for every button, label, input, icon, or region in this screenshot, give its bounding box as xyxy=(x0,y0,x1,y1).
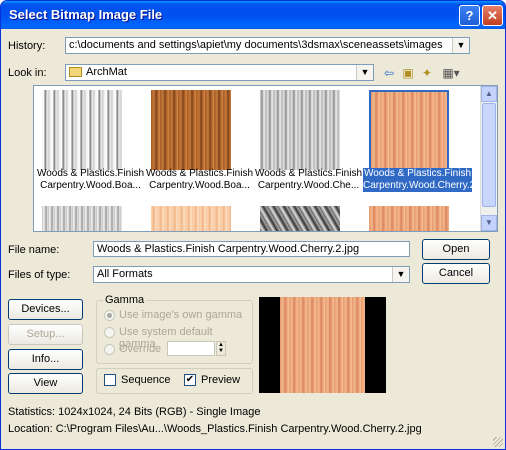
preview-label: Preview xyxy=(201,374,241,386)
thumbnail-image xyxy=(369,90,449,170)
look-in-dropdown[interactable]: ArchMat ▼ xyxy=(65,64,374,81)
thumbnail-image xyxy=(42,90,122,170)
thumbnail-image xyxy=(260,90,340,170)
thumbnail-list[interactable]: Woods & Plastics.Finish Carpentry.Wood.B… xyxy=(33,85,498,232)
file-name-input[interactable]: Woods & Plastics.Finish Carpentry.Wood.C… xyxy=(93,241,410,257)
chevron-down-icon[interactable]: ▼ xyxy=(356,65,373,80)
look-in-label: Look in: xyxy=(8,67,47,79)
devices-button[interactable]: Devices... xyxy=(8,299,83,320)
file-type-dropdown[interactable]: All Formats ▼ xyxy=(93,266,410,283)
options-group: Sequence ✔ Preview xyxy=(96,368,253,394)
thumbnail-caption: Woods & Plastics.Finish Carpentry.Wood.C… xyxy=(363,168,492,192)
gamma-own-radio[interactable] xyxy=(104,310,115,321)
look-in-value: ArchMat xyxy=(86,66,127,78)
scroll-up-icon[interactable]: ▲ xyxy=(481,86,497,102)
select-bitmap-dialog: Select Bitmap Image File ? ✕ History: c:… xyxy=(0,0,506,450)
location-text: Location: C:\Program Files\Au...\Woods_P… xyxy=(8,423,422,435)
chevron-down-icon[interactable]: ▼ xyxy=(452,38,469,53)
gamma-system-radio[interactable] xyxy=(104,327,115,338)
image-preview xyxy=(259,297,386,393)
setup-button[interactable]: Setup... xyxy=(8,324,83,345)
statistics-text: Statistics: 1024x1024, 24 Bits (RGB) - S… xyxy=(8,406,261,418)
thumbnail-image[interactable] xyxy=(42,206,122,231)
gamma-spinner[interactable]: ▲ ▼ xyxy=(216,341,226,356)
gamma-group: Gamma Use image's own gamma Use system d… xyxy=(96,294,253,364)
preview-checkbox[interactable]: ✔ xyxy=(184,374,196,386)
thumbnail-caption: Woods & Plastics.Finish Carpentry.Wood.C… xyxy=(254,168,363,191)
sequence-checkbox[interactable] xyxy=(104,374,116,386)
gamma-own-label: Use image's own gamma xyxy=(119,309,243,321)
history-label: History: xyxy=(8,40,46,52)
history-dropdown[interactable]: c:\documents and settings\apiet\my docum… xyxy=(65,37,470,54)
thumbnail-image xyxy=(151,90,231,170)
up-folder-icon[interactable]: ▣ xyxy=(400,65,416,81)
window-title: Select Bitmap Image File xyxy=(9,7,163,22)
back-arrow-icon[interactable]: ⇦ xyxy=(381,65,397,81)
chevron-down-icon[interactable]: ▼ xyxy=(392,267,409,282)
thumbnail-image[interactable] xyxy=(151,206,231,231)
file-type-label: Files of type: xyxy=(8,269,71,281)
close-button[interactable]: ✕ xyxy=(482,5,503,26)
help-icon: ? xyxy=(465,8,474,23)
help-button[interactable]: ? xyxy=(459,5,480,26)
history-value: c:\documents and settings\apiet\my docum… xyxy=(69,39,443,51)
file-name-label: File name: xyxy=(8,244,60,256)
scroll-down-icon[interactable]: ▼ xyxy=(481,215,497,231)
file-type-value: All Formats xyxy=(97,268,153,280)
sequence-label: Sequence xyxy=(121,374,171,386)
thumbnail-image[interactable] xyxy=(369,206,449,231)
thumbnail-image[interactable] xyxy=(260,206,340,231)
cancel-button[interactable]: Cancel xyxy=(422,263,490,284)
gamma-override-radio[interactable] xyxy=(104,344,115,355)
view-button[interactable]: View xyxy=(8,373,83,394)
thumbnail-caption: Woods & Plastics.Finish Carpentry.Wood.B… xyxy=(36,168,145,191)
close-icon: ✕ xyxy=(487,8,498,23)
open-button[interactable]: Open xyxy=(422,239,490,260)
resize-grip-icon[interactable] xyxy=(493,437,503,447)
preview-image xyxy=(280,297,365,393)
thumbnail-caption: Woods & Plastics.Finish Carpentry.Wood.B… xyxy=(145,168,254,191)
folder-icon xyxy=(69,67,82,77)
vertical-scrollbar[interactable]: ▲ ▼ xyxy=(480,86,497,231)
gamma-title: Gamma xyxy=(103,294,147,306)
new-folder-icon[interactable]: ✦ xyxy=(419,65,435,81)
gamma-override-input[interactable] xyxy=(167,341,215,356)
scroll-thumb[interactable] xyxy=(482,103,496,207)
gamma-override-label: Override xyxy=(119,343,162,355)
info-button[interactable]: Info... xyxy=(8,349,83,370)
title-bar: Select Bitmap Image File ? ✕ xyxy=(1,1,505,29)
file-name-value: Woods & Plastics.Finish Carpentry.Wood.C… xyxy=(97,243,360,255)
view-menu-icon[interactable]: ▦▾ xyxy=(438,65,464,81)
